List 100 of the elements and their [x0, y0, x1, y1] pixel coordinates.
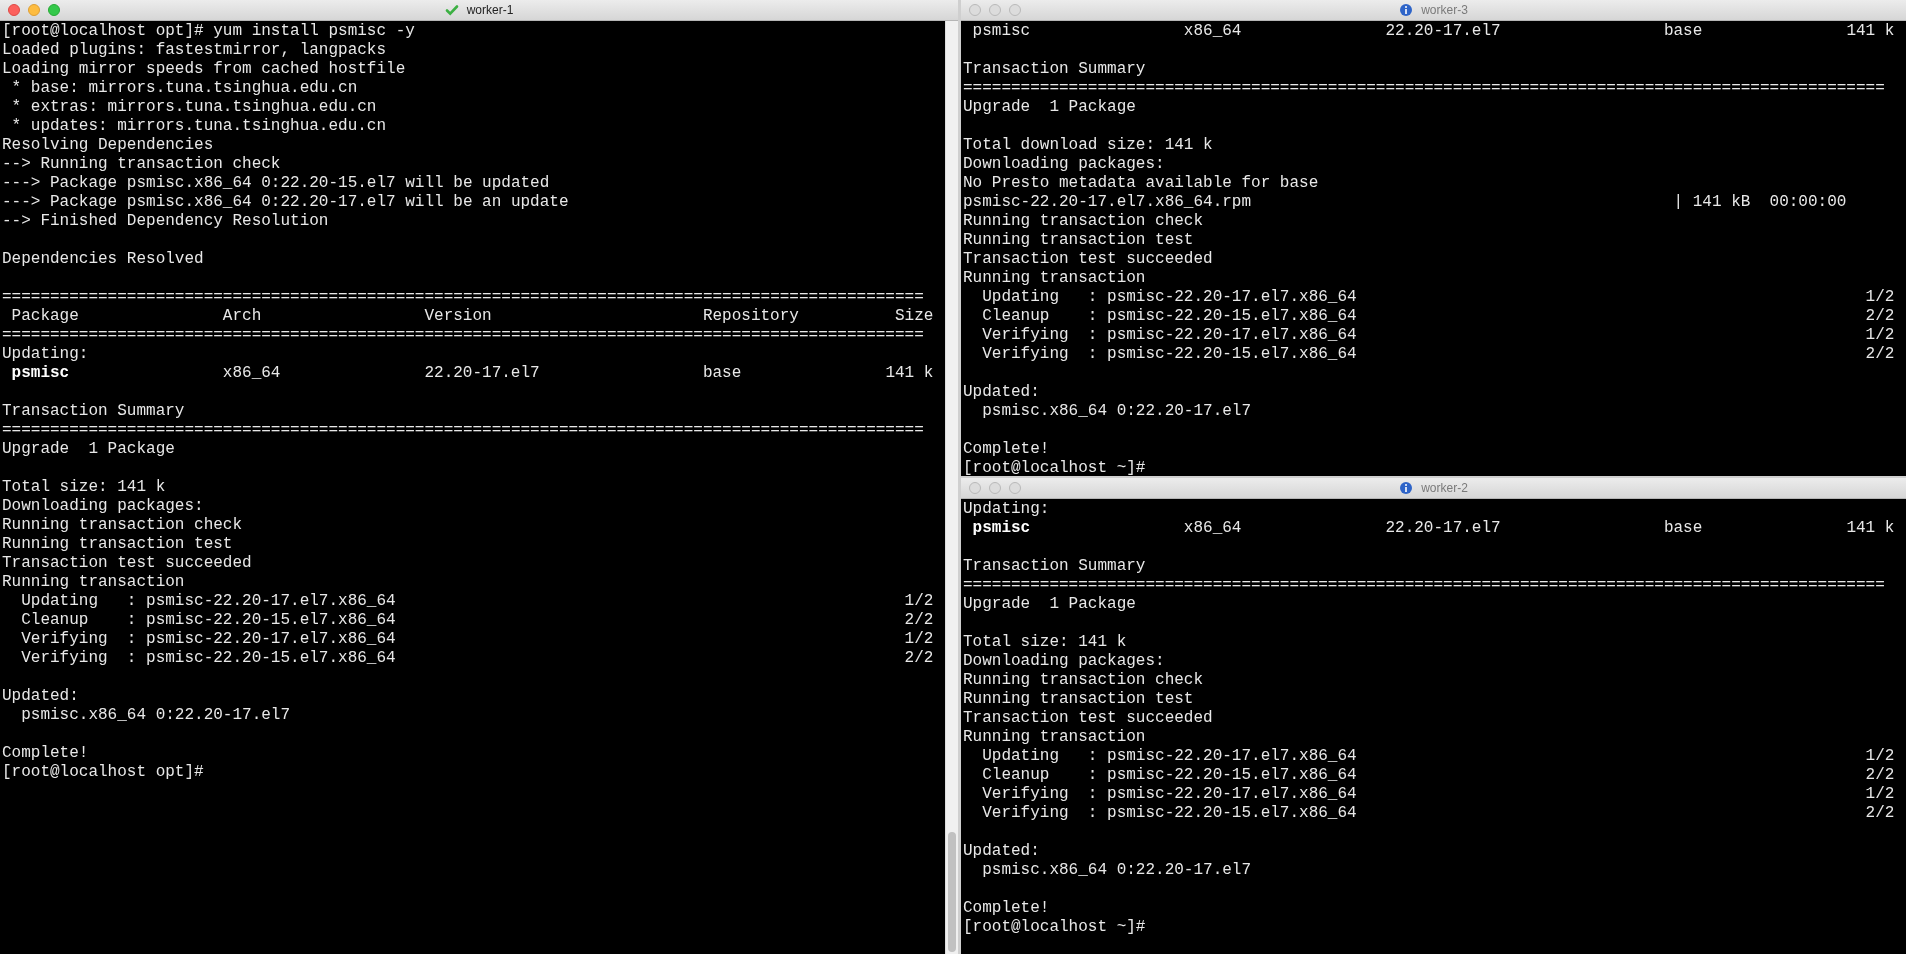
terminal-line: Updating: [963, 500, 1051, 519]
minimize-button[interactable] [989, 482, 1001, 494]
terminal-line: Transaction Summary [2, 402, 186, 421]
terminal-line: No Presto metadata available for base [963, 174, 1320, 193]
terminal-line: ---> Package psmisc.x86_64 0:22.20-17.el7 will be an update [2, 193, 570, 212]
step-text: Cleanup : psmisc-22.20-15.el7.x86_64 [20, 611, 397, 630]
terminal-line: psmisc.x86_64 0:22.20-17.el7 [20, 706, 292, 725]
package-value: 141 k [885, 364, 934, 383]
step-text: Updating : psmisc-22.20-17.el7.x86_64 [981, 288, 1358, 307]
step-text: Updating : psmisc-22.20-17.el7.x86_64 [981, 747, 1358, 766]
separator-line: ================================================================================================ [2, 326, 925, 345]
step-text: Verifying : psmisc-22.20-15.el7.x86_64 [981, 345, 1358, 364]
terminal-line: Transaction Summary [963, 60, 1147, 79]
package-value: 22.20-17.el7 [424, 364, 541, 383]
close-button[interactable] [8, 4, 20, 16]
package-value: 141 k [1846, 22, 1895, 41]
package-value: 22.20-17.el7 [1385, 22, 1502, 41]
terminal-line: [root@localhost ~]# [963, 918, 1147, 937]
zoom-button[interactable] [48, 4, 60, 16]
terminal-line: Downloading packages: [2, 497, 205, 516]
close-button[interactable] [969, 4, 981, 16]
terminal-line: Transaction test succeeded [963, 709, 1214, 728]
terminal-line: --> Running transaction check [2, 155, 282, 174]
terminal-line: Running transaction check [963, 212, 1205, 231]
minimize-button[interactable] [989, 4, 1001, 16]
close-button[interactable] [969, 482, 981, 494]
terminal-line: * updates: mirrors.tuna.tsinghua.edu.cn [10, 117, 388, 136]
step-count: 2/2 [1865, 307, 1895, 326]
step-count: 1/2 [1865, 326, 1895, 345]
separator-line: ================================================================================================ [963, 79, 1886, 98]
terminal-line: Total size: 141 k [2, 478, 167, 497]
terminal-line: Transaction test succeeded [2, 554, 253, 573]
step-text: Verifying : psmisc-22.20-15.el7.x86_64 [20, 649, 397, 668]
package-value: base [1663, 22, 1704, 41]
check-icon [444, 3, 459, 17]
scrollbar-thumb[interactable] [948, 832, 956, 952]
download-size-time: | 141 kB 00:00:00 [1673, 193, 1848, 212]
package-value: base [1663, 519, 1704, 538]
terminal-line: Running transaction check [2, 516, 244, 535]
terminal-line: Complete! [2, 744, 90, 763]
package-value: 141 k [1846, 519, 1895, 538]
terminal-line: Upgrade 1 Package [2, 440, 176, 459]
terminal-line: Total download size: 141 k [963, 136, 1214, 155]
terminal-line: Transaction Summary [963, 557, 1147, 576]
column-heading: Arch [222, 307, 263, 326]
terminal-line: Downloading packages: [963, 155, 1166, 174]
step-text: Cleanup : psmisc-22.20-15.el7.x86_64 [981, 766, 1358, 785]
terminal-line: Running transaction [963, 728, 1147, 747]
terminal-line: Updated: [2, 687, 80, 706]
terminal-line: Loaded plugins: fastestmirror, langpacks [2, 41, 388, 60]
download-file: psmisc-22.20-17.el7.x86_64.rpm [963, 193, 1253, 212]
terminal-line: psmisc.x86_64 0:22.20-17.el7 [981, 402, 1253, 421]
step-text: Verifying : psmisc-22.20-15.el7.x86_64 [981, 804, 1358, 823]
terminal-line: psmisc.x86_64 0:22.20-17.el7 [981, 861, 1253, 880]
package-value: x86_64 [1183, 22, 1243, 41]
terminal-line: Running transaction test [2, 535, 234, 554]
step-text: Verifying : psmisc-22.20-17.el7.x86_64 [981, 785, 1358, 804]
terminal-line: Complete! [963, 440, 1051, 459]
column-heading: Version [424, 307, 493, 326]
terminal-line: Loading mirror speeds from cached hostfile [2, 60, 407, 79]
window-title: worker-1 [466, 3, 514, 17]
step-count: 1/2 [904, 630, 934, 649]
terminal-line: Transaction test succeeded [963, 250, 1214, 269]
terminal-line: Running transaction test [963, 690, 1195, 709]
package-value: psmisc [972, 519, 1032, 538]
column-heading: Repository [702, 307, 800, 326]
minimize-button[interactable] [28, 4, 40, 16]
terminal-line: Running transaction test [963, 231, 1195, 250]
terminal-line: Dependencies Resolved [2, 250, 205, 269]
step-text: Verifying : psmisc-22.20-17.el7.x86_64 [20, 630, 397, 649]
terminal-line: Updating: [2, 345, 90, 364]
terminal-line: [root@localhost ~]# [963, 459, 1147, 476]
step-count: 2/2 [904, 611, 934, 630]
step-count: 2/2 [904, 649, 934, 668]
step-count: 1/2 [1865, 785, 1895, 804]
terminal-line: Updated: [963, 383, 1041, 402]
terminal-line: Upgrade 1 Package [963, 98, 1137, 117]
step-count: 2/2 [1865, 804, 1895, 823]
package-value: psmisc [11, 364, 71, 383]
step-count: 1/2 [904, 592, 934, 611]
terminal-line: --> Finished Dependency Resolution [2, 212, 330, 231]
terminal-line: Upgrade 1 Package [963, 595, 1137, 614]
separator-line: ================================================================================================ [963, 576, 1886, 595]
step-text: Cleanup : psmisc-22.20-15.el7.x86_64 [981, 307, 1358, 326]
zoom-button[interactable] [1009, 4, 1021, 16]
terminal-line: * base: mirrors.tuna.tsinghua.edu.cn [10, 79, 359, 98]
terminal-line: [root@localhost opt]# yum install psmisc -y [2, 22, 416, 41]
terminal-line: Running transaction [2, 573, 186, 592]
terminal-line: Running transaction check [963, 671, 1205, 690]
terminal-line: Downloading packages: [963, 652, 1166, 671]
terminal-line: [root@localhost opt]# [2, 763, 205, 782]
package-value: psmisc [972, 22, 1032, 41]
column-heading: Package [11, 307, 80, 326]
window-title: worker-3 [1421, 3, 1468, 17]
step-count: 1/2 [1865, 288, 1895, 307]
package-value: x86_64 [222, 364, 282, 383]
separator-line: ================================================================================================ [2, 421, 925, 440]
zoom-button[interactable] [1009, 482, 1021, 494]
step-text: Updating : psmisc-22.20-17.el7.x86_64 [20, 592, 397, 611]
terminal-line: Running transaction [963, 269, 1147, 288]
